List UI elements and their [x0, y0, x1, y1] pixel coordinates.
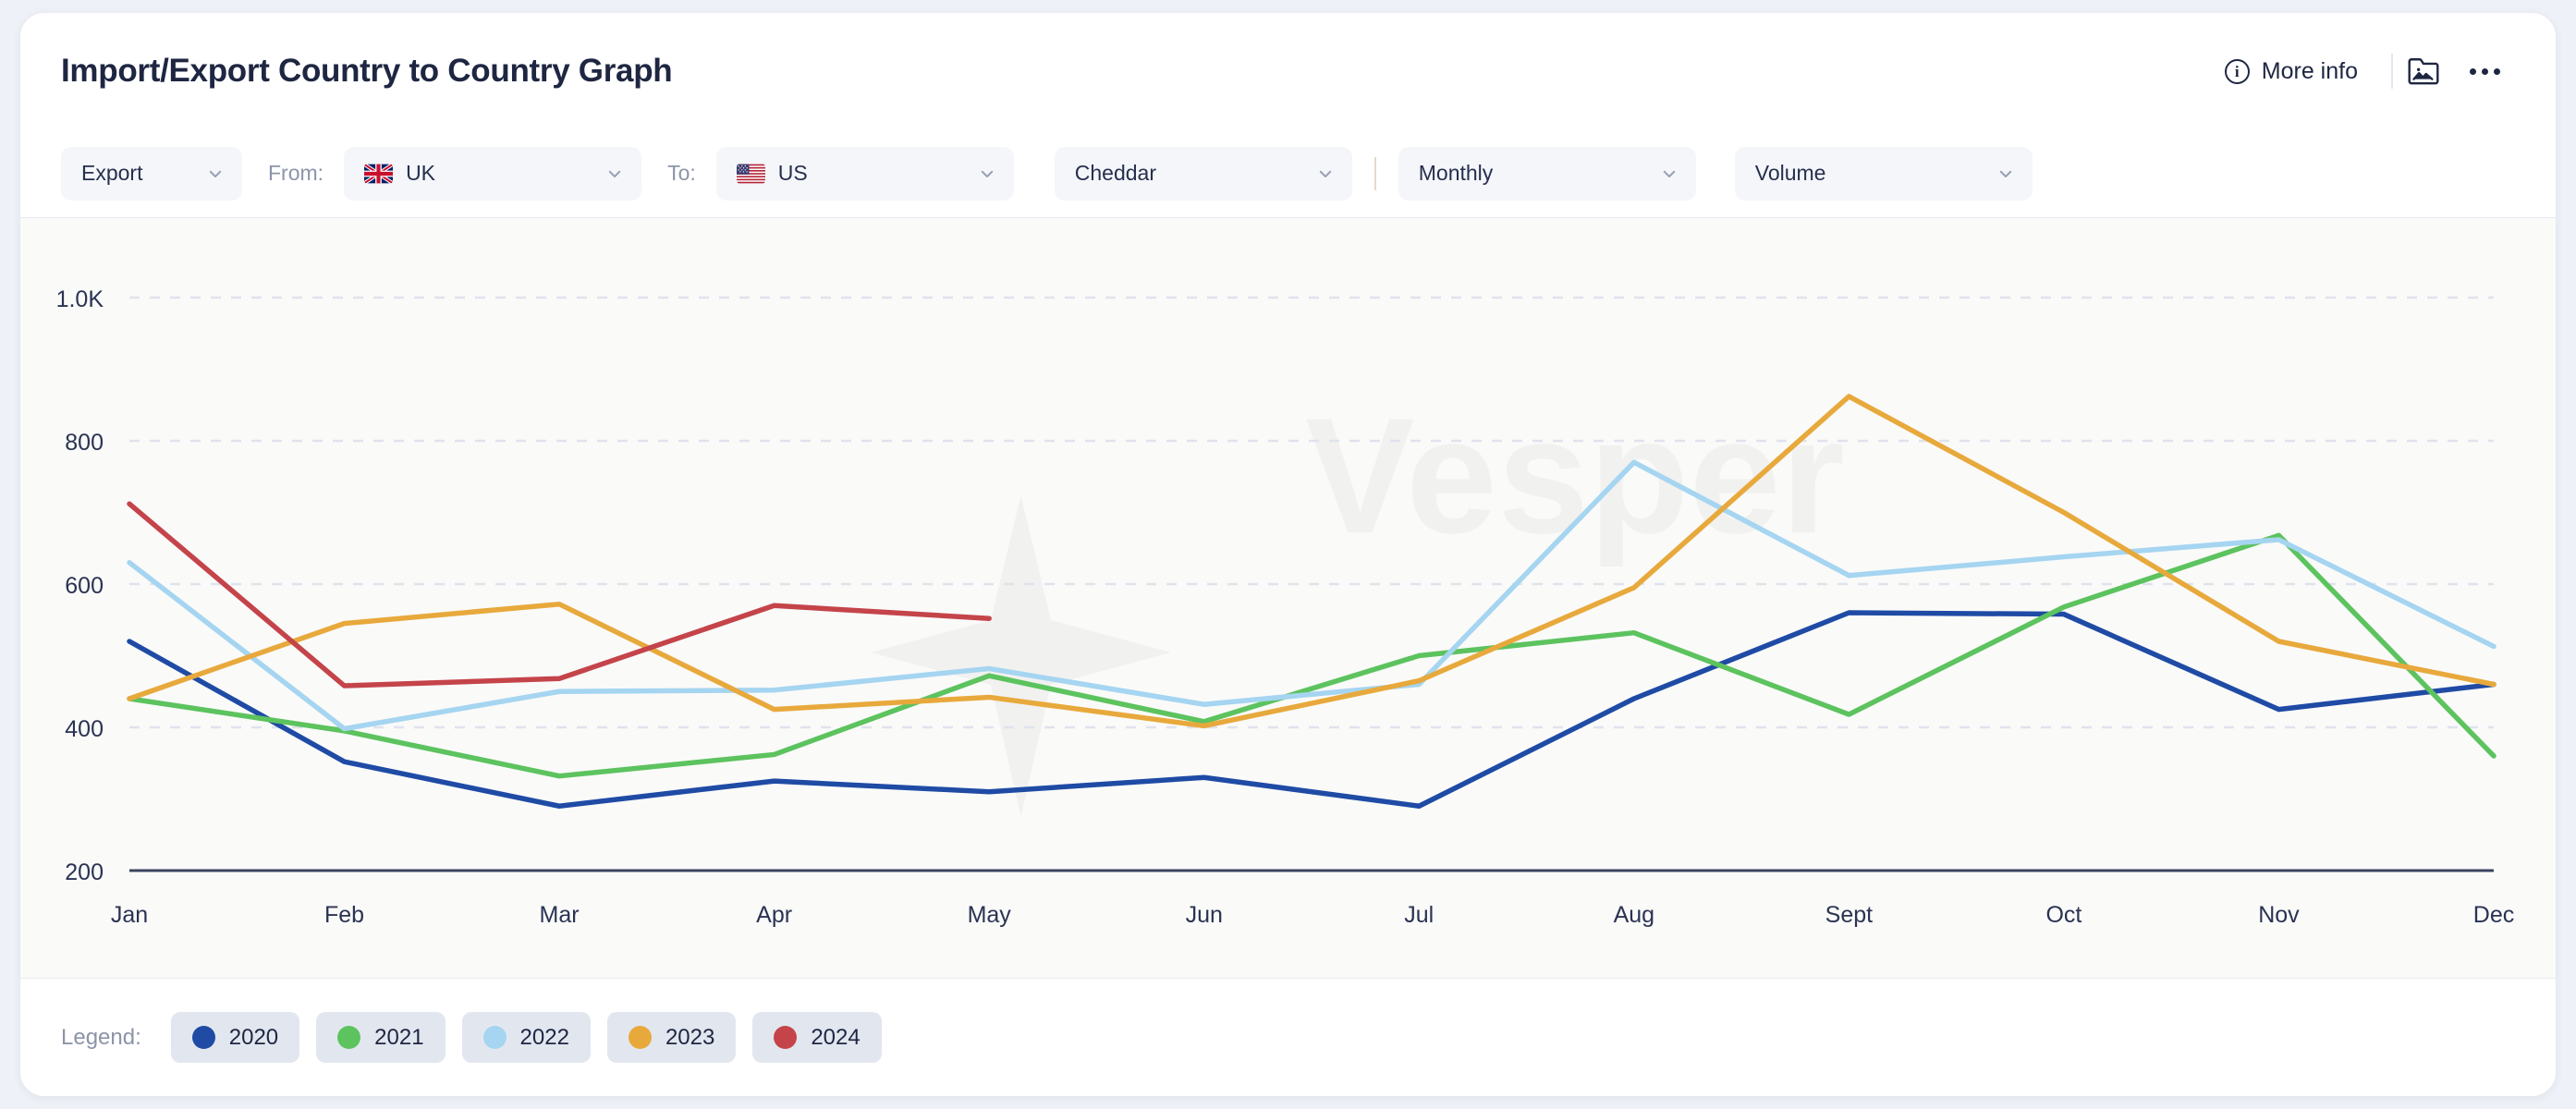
more-options-icon	[2469, 67, 2500, 75]
x-tick-label: Aug	[1614, 902, 1654, 928]
y-tick-label: 400	[65, 716, 104, 742]
series-line-2020	[127, 610, 2497, 809]
x-tick-label: Dec	[2473, 902, 2514, 928]
metric-value: Volume	[1754, 161, 1826, 185]
from-country-value: UK	[406, 161, 436, 185]
info-circle-icon: i	[2224, 58, 2250, 84]
y-tick-label: 800	[65, 430, 104, 456]
chevron-down-icon	[1319, 170, 1331, 177]
chevron-down-icon	[209, 170, 222, 177]
image-folder-button[interactable]	[2393, 45, 2454, 97]
chart-card: Import/Export Country to Country Graph i…	[20, 13, 2556, 1096]
legend-color-swatch	[628, 1026, 652, 1049]
y-axis-labels: 200 400 600 800 1.0K	[56, 286, 104, 885]
legend-item-2023[interactable]: 2023	[606, 1012, 737, 1063]
us-flag-icon	[736, 164, 765, 183]
x-tick-label: Jul	[1404, 902, 1434, 928]
filter-bar: Export From: UK To: US Cheddar Monthly V…	[20, 129, 2556, 218]
chevron-down-icon	[1663, 170, 1675, 177]
x-tick-label: Jun	[1186, 902, 1223, 928]
uk-flag-icon	[364, 163, 394, 184]
frequency-select[interactable]: Monthly	[1398, 146, 1696, 201]
image-folder-icon	[2408, 58, 2439, 85]
card-header: Import/Export Country to Country Graph i…	[20, 13, 2556, 129]
metric-select[interactable]: Volume	[1734, 146, 2033, 201]
more-info-label: More info	[2261, 57, 2358, 84]
chevron-down-icon	[1999, 170, 2011, 177]
x-tick-label: May	[968, 902, 1012, 928]
to-country-value: US	[777, 161, 808, 185]
filter-separator	[1373, 156, 1376, 190]
legend-item-2024[interactable]: 2024	[752, 1012, 882, 1063]
product-value: Cheddar	[1074, 161, 1156, 185]
legend-item-label: 2024	[811, 1024, 861, 1050]
x-tick-label: Mar	[540, 902, 580, 928]
product-select[interactable]: Cheddar	[1054, 146, 1352, 201]
vesper-watermark: Vesper	[871, 384, 1845, 817]
x-tick-label: Apr	[756, 902, 792, 928]
series-line-2021	[127, 532, 2497, 779]
y-tick-label: 1.0K	[56, 286, 104, 312]
legend-color-swatch	[482, 1026, 507, 1049]
legend-item-2022[interactable]: 2022	[461, 1012, 591, 1063]
to-label: To:	[667, 161, 696, 185]
chevron-down-icon	[981, 170, 993, 177]
more-info-button[interactable]: i More info	[2224, 57, 2391, 85]
chevron-down-icon	[608, 170, 621, 177]
series-line-2024	[127, 501, 992, 689]
legend-item-2021[interactable]: 2021	[316, 1012, 446, 1063]
legend-item-2020[interactable]: 2020	[170, 1012, 300, 1063]
chart-legend: Legend: 2020 2021 2022 2023 2024	[20, 978, 2556, 1096]
vesper-star-icon	[871, 495, 1171, 817]
legend-title: Legend:	[61, 1024, 141, 1050]
direction-select[interactable]: Export	[61, 146, 242, 201]
y-tick-label: 600	[65, 573, 104, 599]
x-tick-label: Feb	[324, 902, 364, 928]
legend-item-label: 2021	[374, 1024, 424, 1050]
more-options-button[interactable]	[2454, 45, 2515, 97]
x-axis-labels: Jan Feb Mar Apr May Jun Jul Aug Sept Oct Nov Dec	[111, 902, 2514, 928]
x-tick-label: Jan	[111, 902, 148, 928]
from-country-select[interactable]: UK	[344, 146, 642, 201]
line-chart[interactable]: Vesper 2004006008001.0K Jan Feb Mar Apr May J…	[20, 218, 2556, 978]
legend-item-label: 2023	[665, 1024, 715, 1050]
legend-item-label: 2022	[519, 1024, 569, 1050]
legend-item-label: 2020	[228, 1024, 279, 1050]
chart-area: Vesper 200 400 600 800 1.0K Jan Feb Mar Apr May J…	[20, 218, 2556, 978]
x-tick-label: Sept	[1825, 902, 1873, 928]
from-label: From:	[268, 161, 324, 185]
legend-color-swatch	[191, 1026, 215, 1049]
y-tick-label: 200	[65, 859, 104, 885]
header-actions: i More info	[2224, 45, 2515, 97]
to-country-select[interactable]: US	[715, 146, 1014, 201]
x-tick-label: Nov	[2258, 902, 2300, 928]
legend-color-swatch	[774, 1026, 798, 1049]
x-tick-label: Oct	[2045, 902, 2082, 928]
direction-value: Export	[81, 161, 143, 185]
page-title: Import/Export Country to Country Graph	[61, 53, 673, 89]
legend-color-swatch	[337, 1026, 361, 1049]
frequency-value: Monthly	[1418, 161, 1494, 185]
